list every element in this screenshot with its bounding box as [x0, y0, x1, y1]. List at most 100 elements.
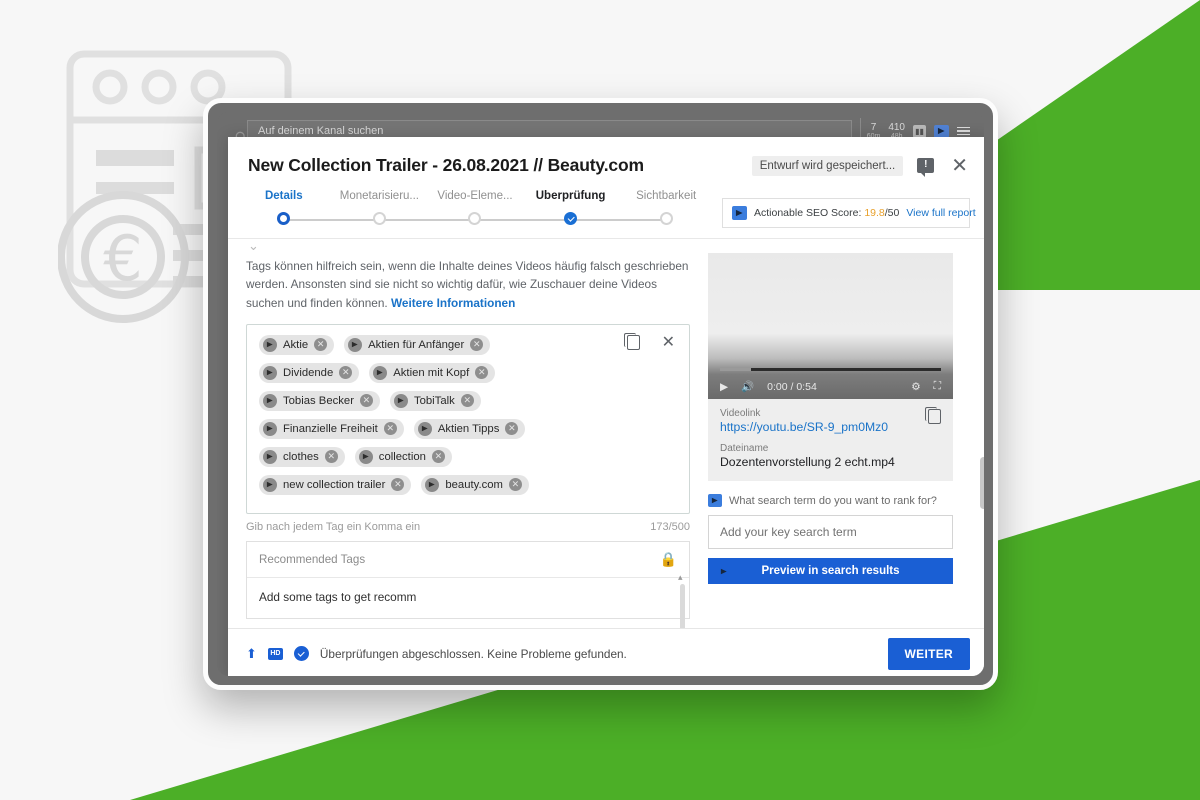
- rank-question-row: What search term do you want to rank for…: [708, 494, 984, 507]
- tag-chip[interactable]: Aktien mit Kopf ✕: [369, 362, 496, 383]
- key-search-term-input[interactable]: Add your key search term: [708, 515, 953, 549]
- tag-chip[interactable]: Aktien für Anfänger ✕: [344, 334, 491, 355]
- vidiq-logo-icon: [263, 337, 277, 352]
- step-dot-monetarisierung[interactable]: [372, 212, 386, 225]
- tags-char-counter: 173/500: [650, 520, 690, 533]
- tab-video-elemente[interactable]: Video-Eleme...: [427, 190, 523, 212]
- videolink-value[interactable]: https://youtu.be/SR-9_pm0Mz0: [720, 420, 941, 434]
- recommended-tags-panel: Recommended Tags 🔒 Add some tags to get …: [246, 540, 690, 628]
- vidiq-logo-icon: [263, 449, 277, 464]
- recommended-tags-header: Recommended Tags 🔒: [247, 542, 689, 578]
- recommended-scrollbar[interactable]: [678, 572, 685, 628]
- clear-tags-icon[interactable]: ✕: [662, 334, 675, 351]
- tag-chip-label: Finanzielle Freiheit: [283, 422, 378, 435]
- tag-chip-row: clothes ✕ collection ✕: [259, 446, 619, 467]
- preview-button-label: Preview in search results: [761, 565, 900, 577]
- tag-chip-row: new collection trailer ✕ beauty.com ✕: [259, 474, 619, 495]
- tags-input-box[interactable]: ✕ Aktie ✕ Aktien für Anfänger ✕ Dividende ✕ Ak…: [246, 323, 690, 514]
- tab-details[interactable]: Details: [236, 190, 332, 212]
- step-dot-video-elemente[interactable]: [468, 212, 482, 225]
- tag-chip[interactable]: clothes ✕: [259, 446, 345, 467]
- tag-chip-row: Dividende ✕ Aktien mit Kopf ✕: [259, 362, 619, 383]
- copy-link-icon[interactable]: [925, 407, 941, 424]
- vidiq-logo-icon[interactable]: [934, 124, 949, 138]
- tag-chip[interactable]: Aktien Tipps ✕: [413, 418, 526, 439]
- video-controls: ▶ 🔊 0:00 / 0:54 ⚙ ⛶: [708, 355, 953, 399]
- tag-chip[interactable]: beauty.com ✕: [421, 474, 529, 495]
- tag-chip[interactable]: collection ✕: [354, 446, 452, 467]
- vidiq-logo-icon: [358, 449, 373, 464]
- step-dot-details[interactable]: [277, 212, 291, 225]
- stat-value: 410: [888, 121, 905, 133]
- video-time: 0:00 / 0:54: [767, 380, 817, 393]
- copy-icon[interactable]: [623, 333, 640, 351]
- remove-tag-icon[interactable]: ✕: [470, 338, 484, 352]
- tag-chip-label: new collection trailer: [283, 478, 386, 491]
- next-button[interactable]: WEITER: [887, 637, 970, 670]
- filename-label: Dateiname: [720, 443, 769, 454]
- remove-tag-icon[interactable]: ✕: [314, 338, 328, 352]
- dialog-header: New Collection Trailer - 26.08.2021 // B…: [228, 137, 984, 190]
- page-title: New Collection Trailer - 26.08.2021 // B…: [248, 155, 644, 175]
- tab-label: Überprüfung: [535, 190, 606, 202]
- analytics-icon[interactable]: ▮▮: [913, 124, 926, 138]
- remove-tag-icon[interactable]: ✕: [339, 366, 353, 380]
- play-icon[interactable]: ▶: [720, 381, 728, 393]
- tag-chip-label: Dividende: [283, 366, 334, 379]
- dialog-scrollbar-thumb[interactable]: [980, 457, 984, 509]
- close-icon[interactable]: ✕: [951, 156, 968, 176]
- settings-gear-icon[interactable]: ⚙: [911, 381, 920, 393]
- recommended-tags-body: Add some tags to get recomm: [247, 572, 689, 628]
- tag-chip[interactable]: new collection trailer ✕: [259, 474, 412, 495]
- recommended-tags-title: Recommended Tags: [259, 552, 366, 566]
- remove-tag-icon[interactable]: ✕: [431, 450, 445, 464]
- filename-value: Dozentenvorstellung 2 echt.mp4: [720, 455, 895, 469]
- videolink-label: Videolink: [720, 408, 761, 419]
- menu-icon[interactable]: [957, 126, 970, 136]
- seo-score-max: /50: [884, 207, 900, 219]
- preview-in-search-results-button[interactable]: Preview in search results: [708, 558, 953, 584]
- tag-chip[interactable]: Finanzielle Freiheit ✕: [259, 418, 404, 439]
- remove-tag-icon[interactable]: ✕: [460, 394, 474, 408]
- laptop-screen: Auf deinem Kanal suchen 7 60m 410 48h ▮▮…: [217, 112, 984, 676]
- volume-icon[interactable]: 🔊: [741, 380, 754, 393]
- vidiq-logo-icon: [717, 564, 731, 578]
- tab-monetarisierung[interactable]: Monetarisieru...: [332, 190, 428, 212]
- remove-tag-icon[interactable]: ✕: [508, 478, 522, 492]
- vidiq-logo-icon: [417, 421, 432, 436]
- tab-ueberpruefung[interactable]: Überprüfung: [523, 190, 619, 212]
- learn-more-link[interactable]: Weitere Informationen: [391, 296, 515, 310]
- tag-chip[interactable]: Dividende ✕: [259, 362, 360, 383]
- feedback-icon[interactable]: !: [917, 158, 935, 177]
- tag-chip-label: collection: [378, 450, 426, 463]
- view-full-report-link[interactable]: View full report: [906, 207, 975, 219]
- tag-chip[interactable]: TobiTalk ✕: [389, 390, 481, 411]
- tag-chip[interactable]: Tobias Becker ✕: [259, 390, 380, 411]
- seo-score-panel: Actionable SEO Score: 19.8/50 View full …: [722, 198, 976, 228]
- section-caret-icon: [246, 249, 690, 257]
- video-details-dialog: New Collection Trailer - 26.08.2021 // B…: [228, 137, 984, 676]
- tag-chip-label: beauty.com: [445, 478, 503, 491]
- remove-tag-icon[interactable]: ✕: [324, 450, 338, 464]
- tab-label: Video-Eleme...: [437, 190, 513, 202]
- remove-tag-icon[interactable]: ✕: [359, 394, 373, 408]
- remove-tag-icon[interactable]: ✕: [391, 478, 405, 492]
- channel-search-placeholder: Auf deinem Kanal suchen: [258, 125, 384, 137]
- tag-chip-label: TobiTalk: [413, 394, 455, 407]
- video-progress-bar[interactable]: [720, 368, 941, 371]
- recommended-tags-empty: Add some tags to get recomm: [259, 589, 417, 604]
- tag-chip[interactable]: Aktie ✕: [259, 334, 335, 355]
- vidiq-logo-icon: [348, 337, 363, 352]
- tags-helper-row: Gib nach jedem Tag ein Komma ein 173/500: [246, 521, 690, 533]
- remove-tag-icon[interactable]: ✕: [475, 366, 489, 380]
- remove-tag-icon[interactable]: ✕: [383, 422, 397, 436]
- tab-sichtbarkeit[interactable]: Sichtbarkeit: [618, 190, 714, 212]
- video-player-preview[interactable]: ▶ 🔊 0:00 / 0:54 ⚙ ⛶: [708, 253, 953, 399]
- step-dot-sichtbarkeit[interactable]: [659, 212, 673, 225]
- tab-label: Monetarisieru...: [339, 190, 420, 202]
- step-dot-ueberpruefung[interactable]: [564, 212, 578, 225]
- fullscreen-icon[interactable]: ⛶: [934, 380, 941, 393]
- dialog-scrollbar[interactable]: [980, 239, 984, 628]
- tags-description: Tags können hilfreich sein, wenn die Inh…: [246, 257, 690, 312]
- remove-tag-icon[interactable]: ✕: [505, 422, 519, 436]
